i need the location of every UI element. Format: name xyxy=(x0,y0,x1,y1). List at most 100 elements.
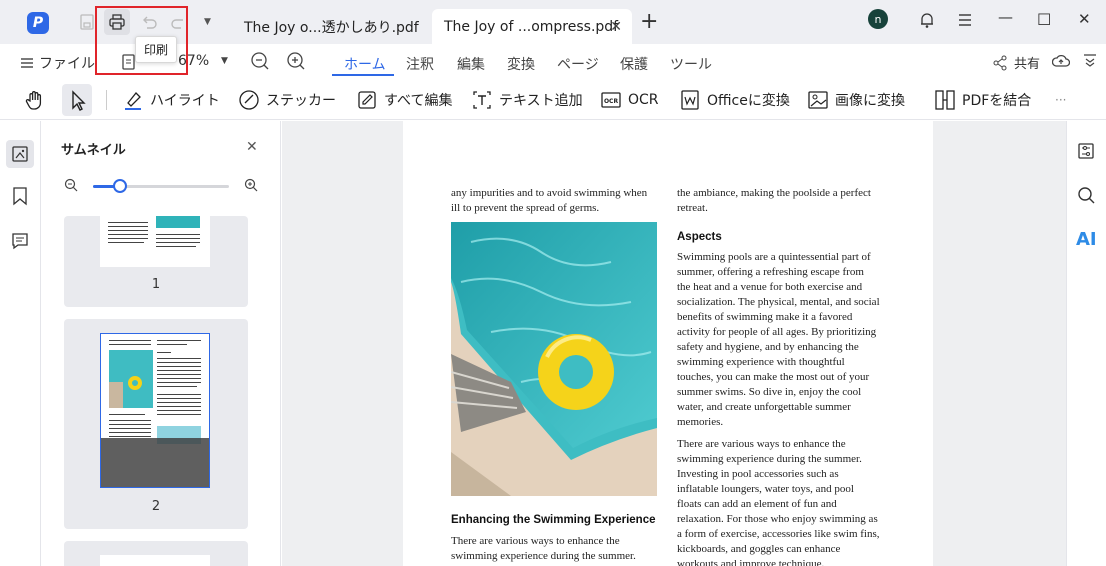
tab-document-1[interactable]: The Joy o...透かしあり.pdf xyxy=(232,9,428,44)
tab-home[interactable]: ホーム xyxy=(344,54,386,74)
highlight-label: ハイライト xyxy=(150,93,220,109)
add-text-button[interactable]: テキスト追加 xyxy=(471,88,583,112)
share-button[interactable]: 共有 xyxy=(992,53,1040,72)
ocr-label: OCR xyxy=(628,92,659,108)
collapse-ribbon-icon[interactable] xyxy=(1082,53,1098,69)
convert-to-office-label: Officeに変換 xyxy=(707,93,790,109)
convert-to-office-button[interactable]: Officeに変換 xyxy=(679,88,790,112)
combine-icon xyxy=(935,90,955,110)
col2-paragraph-1: Swimming pools are a quintessential part… xyxy=(677,251,880,428)
page-number: 2 xyxy=(151,499,161,514)
text-box-icon xyxy=(473,91,491,109)
col1-top-paragraph: any impurities and to avoid swimming whe… xyxy=(451,187,648,214)
pdf-page: any impurities and to avoid swimming whe… xyxy=(403,121,933,566)
col2-top-paragraph: the ambiance, making the poolside a perf… xyxy=(677,187,871,214)
thumb-zoom-slider[interactable] xyxy=(93,179,229,193)
zoom-dropdown-icon[interactable]: ▼ xyxy=(221,56,228,66)
thumbnail-image xyxy=(100,216,210,267)
cloud-upload-icon[interactable] xyxy=(1052,53,1070,69)
more-tools-button[interactable]: ··· xyxy=(1055,88,1066,112)
thumb-zoom-out-icon[interactable] xyxy=(64,178,78,192)
bell-icon[interactable] xyxy=(918,11,936,29)
tab-close-icon[interactable]: ✕ xyxy=(610,19,622,35)
ocr-button[interactable]: OCR OCR xyxy=(600,88,659,112)
panel-close-icon[interactable]: ✕ xyxy=(246,139,258,155)
convert-to-image-button[interactable]: 画像に変換 xyxy=(807,88,905,112)
quick-access-dropdown-icon[interactable]: ▼ xyxy=(204,17,211,27)
tab-document-2[interactable]: The Joy of ...ompress.pdf ✕ xyxy=(432,9,632,44)
avatar[interactable]: n xyxy=(868,9,888,29)
cursor-arrow-icon xyxy=(72,90,86,111)
thumbnail-image xyxy=(100,555,210,566)
thumbnail-image xyxy=(100,333,210,488)
tab-annotate[interactable]: 注釈 xyxy=(406,54,434,74)
maximize-button[interactable]: ☐ xyxy=(1037,10,1051,29)
col1-bottom-paragraph: There are various ways to enhance the sw… xyxy=(451,535,636,562)
pool-image xyxy=(451,222,657,496)
highlight-button[interactable]: ハイライト xyxy=(122,88,220,112)
slider-handle[interactable] xyxy=(113,179,127,193)
zoom-out-icon[interactable] xyxy=(250,51,270,71)
minimize-button[interactable]: — xyxy=(998,8,1013,26)
save-icon[interactable] xyxy=(78,13,96,31)
tab-label: The Joy o...透かしあり.pdf xyxy=(244,19,419,36)
image-convert-icon xyxy=(808,91,828,109)
page-number: 1 xyxy=(151,277,161,292)
select-tool-button[interactable] xyxy=(62,84,92,116)
col1-heading: Enhancing the Swimming Experience xyxy=(451,514,656,526)
tab-label: The Joy of ...ompress.pdf xyxy=(444,18,619,35)
combine-pdf-label: PDFを結合 xyxy=(962,93,1032,109)
convert-to-image-label: 画像に変換 xyxy=(835,93,905,109)
thumbnail-panel-button[interactable] xyxy=(6,140,34,168)
edit-all-button[interactable]: すべて編集 xyxy=(356,88,452,112)
ai-assistant-button[interactable]: AI xyxy=(1076,229,1097,250)
thumb-zoom-in-icon[interactable] xyxy=(244,178,258,192)
properties-icon[interactable] xyxy=(1077,142,1095,160)
thumbnail-panel: サムネイル ✕ 1 2 xyxy=(41,121,281,566)
share-label: 共有 xyxy=(1014,57,1041,72)
close-window-button[interactable]: ✕ xyxy=(1078,10,1091,28)
hamburger-menu-icon[interactable] xyxy=(957,12,973,28)
comment-icon[interactable] xyxy=(11,232,29,250)
pencil-edit-icon xyxy=(358,91,376,109)
sticker-label: ステッカー xyxy=(266,93,336,109)
thumbnail-page-3[interactable] xyxy=(64,541,248,566)
edit-all-label: すべて編集 xyxy=(384,93,453,109)
highlight-box xyxy=(95,6,188,75)
file-menu[interactable]: ファイル xyxy=(20,53,95,73)
hand-tool-button[interactable] xyxy=(24,88,52,112)
tab-edit[interactable]: 編集 xyxy=(457,54,485,74)
search-icon[interactable] xyxy=(1077,186,1095,204)
ocr-icon: OCR xyxy=(601,92,621,108)
highlighter-icon xyxy=(125,92,141,110)
tab-convert[interactable]: 変換 xyxy=(507,54,535,74)
menu-lines-icon xyxy=(21,58,33,68)
combine-pdf-button[interactable]: PDFを結合 xyxy=(934,88,1031,112)
document-viewer[interactable]: any impurities and to avoid swimming whe… xyxy=(282,121,1066,566)
hand-icon xyxy=(25,91,42,110)
col2-paragraph-2: There are various ways to enhance the sw… xyxy=(677,438,880,566)
right-rail: AI xyxy=(1066,121,1106,566)
active-tab-underline xyxy=(332,74,394,76)
sticker-icon xyxy=(239,90,259,110)
share-icon xyxy=(993,55,1007,70)
divider xyxy=(106,90,107,110)
thumbnail-icon xyxy=(12,146,28,162)
add-text-label: テキスト追加 xyxy=(499,93,583,109)
sticker-button[interactable]: ステッカー xyxy=(238,88,336,112)
left-rail xyxy=(0,121,41,566)
tab-tools[interactable]: ツール xyxy=(670,54,712,74)
word-document-icon xyxy=(681,90,699,110)
panel-title: サムネイル xyxy=(61,143,126,158)
tab-page[interactable]: ページ xyxy=(557,54,599,74)
svg-text:OCR: OCR xyxy=(604,98,619,105)
new-tab-button[interactable]: + xyxy=(640,9,658,34)
file-menu-label: ファイル xyxy=(39,56,95,72)
thumbnail-page-2[interactable]: 2 xyxy=(64,319,248,529)
col2-heading: Aspects xyxy=(677,231,722,243)
thumbnail-page-1[interactable]: 1 xyxy=(64,216,248,307)
zoom-in-icon[interactable] xyxy=(286,51,306,71)
tab-protect[interactable]: 保護 xyxy=(620,54,648,74)
bookmark-icon[interactable] xyxy=(11,186,29,206)
app-logo-icon: P xyxy=(27,12,49,34)
